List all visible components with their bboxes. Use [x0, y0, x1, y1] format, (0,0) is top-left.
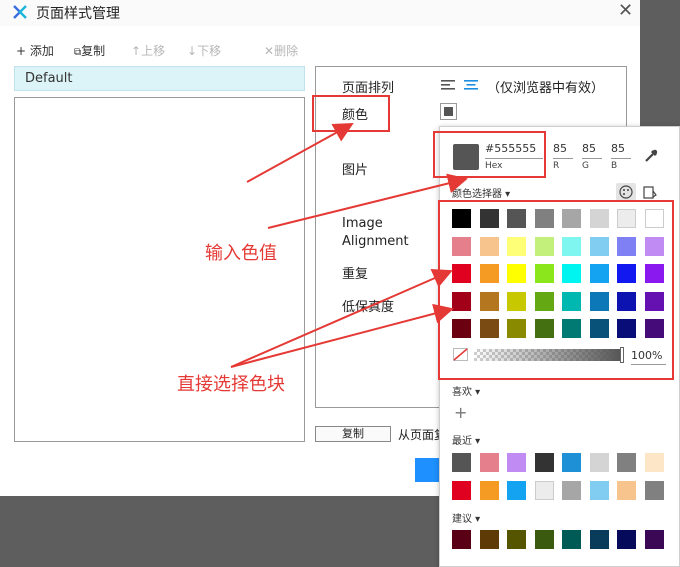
annotation-input-value: 输入色值: [205, 243, 277, 264]
arrow-to-color: [246, 123, 354, 183]
arrow-to-palette-1: [230, 269, 453, 368]
annotation-arrows: [230, 123, 468, 368]
arrow-to-hex: [267, 173, 468, 229]
annotation-direct-pick: 直接选择色块: [177, 374, 285, 395]
